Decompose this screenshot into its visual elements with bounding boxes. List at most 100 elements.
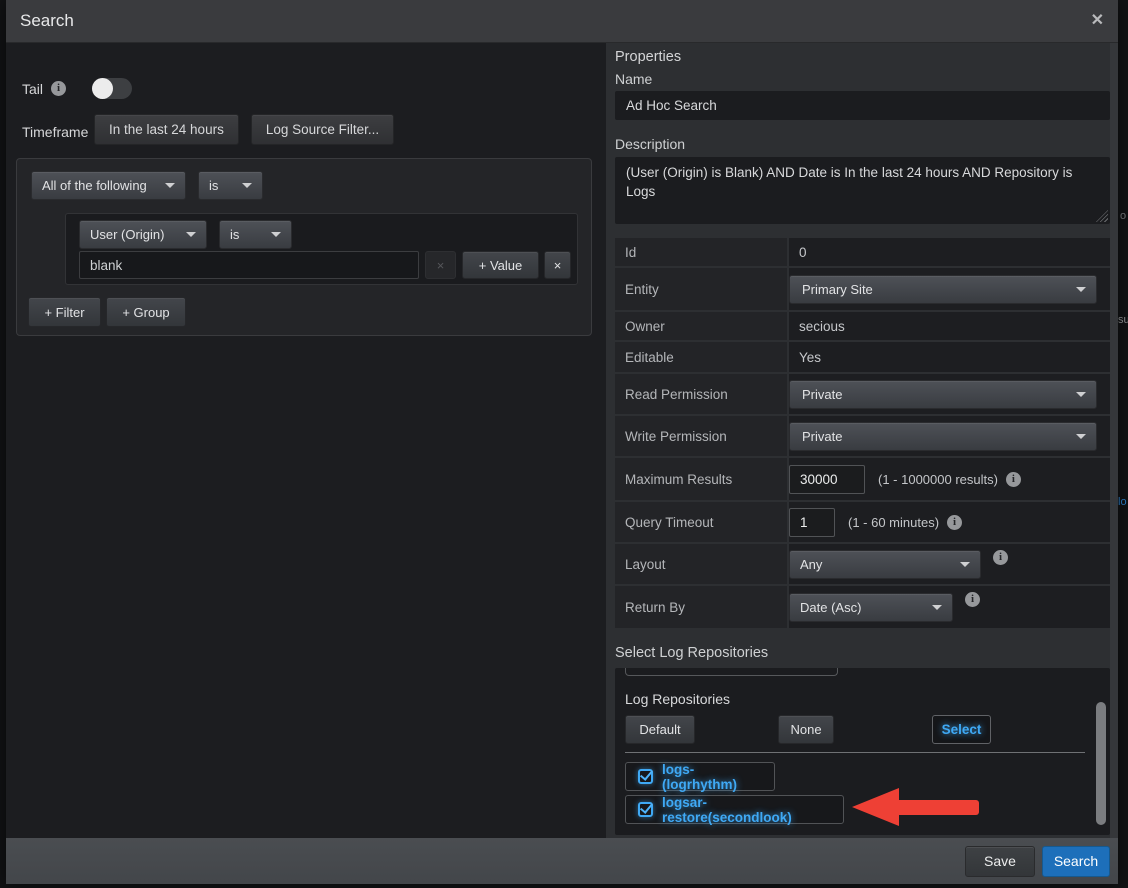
- select-button[interactable]: Select: [932, 715, 991, 744]
- write-permission-dropdown[interactable]: Private: [789, 422, 1097, 451]
- row-label: Owner: [615, 312, 787, 340]
- add-filter-button[interactable]: + Filter: [28, 297, 101, 327]
- chevron-down-icon: [932, 605, 942, 610]
- group-condition-dropdown[interactable]: is: [198, 171, 263, 200]
- group-operator-dropdown[interactable]: All of the following: [31, 171, 186, 200]
- table-row-query-timeout: Query Timeout (1 - 60 minutes): [615, 502, 1110, 542]
- filter-operator-value: is: [230, 227, 239, 242]
- repo-scrollbar-thumb[interactable]: [1096, 702, 1106, 825]
- tail-info-icon[interactable]: [51, 81, 66, 96]
- row-label: Write Permission: [615, 416, 787, 456]
- row-label: Layout: [615, 544, 787, 584]
- dialog-title: Search: [20, 11, 74, 31]
- description-label: Description: [615, 136, 1110, 152]
- table-row-return-by: Return By Date (Asc): [615, 586, 1110, 628]
- entity-dropdown[interactable]: Primary Site: [789, 275, 1097, 304]
- tail-label: Tail: [22, 81, 43, 97]
- table-row-write-permission: Write Permission Private: [615, 416, 1110, 456]
- filter-operator-dropdown[interactable]: is: [219, 220, 292, 249]
- row-label: Read Permission: [615, 374, 787, 414]
- properties-section-title: Properties: [615, 49, 1110, 65]
- maximum-results-input[interactable]: [789, 465, 865, 494]
- chevron-down-icon: [960, 562, 970, 567]
- chevron-down-icon: [1076, 392, 1086, 397]
- layout-info-icon[interactable]: [993, 550, 1008, 565]
- log-repositories-label: Log Repositories: [625, 691, 730, 707]
- properties-table: Id 0 Entity Primary Site Owne: [615, 238, 1110, 628]
- row-value: Yes: [789, 342, 1110, 372]
- filter-value-input[interactable]: [79, 251, 419, 279]
- group-operator-value: All of the following: [42, 178, 147, 193]
- scroll-gutter[interactable]: [1110, 43, 1118, 838]
- row-label: Entity: [615, 268, 787, 310]
- repo-item-label: logsar-restore(secondlook): [662, 795, 831, 825]
- chevron-down-icon: [1076, 287, 1086, 292]
- none-button[interactable]: None: [778, 715, 834, 744]
- divider: [625, 752, 1085, 753]
- repo-item-logsar-restore-secondlook[interactable]: logsar-restore(secondlook): [625, 795, 844, 824]
- row-label: Editable: [615, 342, 787, 372]
- table-row-entity: Entity Primary Site: [615, 268, 1110, 310]
- toggle-knob: [92, 78, 113, 99]
- layout-dropdown[interactable]: Any: [789, 550, 981, 579]
- query-timeout-info-icon[interactable]: [947, 515, 962, 530]
- table-row-owner: Owner secious: [615, 312, 1110, 340]
- chevron-down-icon: [186, 232, 196, 237]
- timeframe-button[interactable]: In the last 24 hours: [94, 114, 239, 145]
- return-by-value: Date (Asc): [800, 600, 861, 615]
- row-label: Query Timeout: [615, 502, 787, 542]
- repo-item-logs-logrhythm[interactable]: logs-(logrhythm): [625, 762, 775, 791]
- return-by-info-icon[interactable]: [965, 592, 980, 607]
- read-permission-value: Private: [802, 387, 842, 402]
- resize-handle-icon[interactable]: [1096, 210, 1108, 222]
- maximum-results-hint: (1 - 1000000 results): [878, 472, 998, 487]
- add-group-button[interactable]: + Group: [106, 297, 186, 327]
- dialog-titlebar: Search ✕: [6, 0, 1118, 43]
- chevron-down-icon: [165, 183, 175, 188]
- filter-group: All of the following is User (Origin): [16, 158, 592, 336]
- save-button[interactable]: Save: [965, 846, 1035, 877]
- query-timeout-hint: (1 - 60 minutes): [848, 515, 939, 530]
- select-log-repositories-title: Select Log Repositories: [615, 645, 1110, 661]
- row-label: Return By: [615, 586, 787, 628]
- scrolled-element-edge: [625, 668, 838, 676]
- timeframe-label: Timeframe: [22, 124, 94, 140]
- log-repositories-panel: Log Repositories Default None Select log…: [615, 668, 1110, 835]
- search-button[interactable]: Search: [1042, 846, 1110, 877]
- return-by-dropdown[interactable]: Date (Asc): [789, 593, 953, 622]
- row-value: 0: [789, 238, 1110, 266]
- chevron-down-icon: [1076, 434, 1086, 439]
- log-source-filter-button[interactable]: Log Source Filter...: [251, 114, 394, 145]
- close-icon[interactable]: ✕: [1091, 13, 1104, 29]
- add-value-button[interactable]: + Value: [462, 251, 539, 279]
- tail-toggle[interactable]: [92, 78, 132, 99]
- search-dialog: Search ✕ Tail Timeframe In the last 24 h…: [6, 0, 1118, 884]
- default-button[interactable]: Default: [625, 715, 695, 744]
- filter-field-value: User (Origin): [90, 227, 164, 242]
- properties-pane: Properties Name Description (User (Origi…: [606, 43, 1118, 838]
- name-input[interactable]: [615, 91, 1110, 120]
- remove-filter-button[interactable]: ×: [544, 251, 571, 279]
- annotation-arrow-icon: [852, 788, 979, 826]
- read-permission-dropdown[interactable]: Private: [789, 380, 1097, 409]
- entity-value: Primary Site: [802, 282, 873, 297]
- checkbox-checked-icon[interactable]: [638, 802, 653, 817]
- checkbox-checked-icon[interactable]: [638, 769, 653, 784]
- description-textarea[interactable]: (User (Origin) is Blank) AND Date is In …: [615, 157, 1110, 224]
- table-row-maximum-results: Maximum Results (1 - 1000000 results): [615, 458, 1110, 500]
- row-label: Id: [615, 238, 787, 266]
- table-row-layout: Layout Any: [615, 544, 1110, 584]
- remove-value-button[interactable]: ×: [425, 251, 456, 279]
- background-fragment: su: [1118, 314, 1128, 326]
- group-condition-value: is: [209, 178, 218, 193]
- filter-field-dropdown[interactable]: User (Origin): [79, 220, 207, 249]
- table-row-id: Id 0: [615, 238, 1110, 266]
- row-label: Maximum Results: [615, 458, 787, 500]
- description-text: (User (Origin) is Blank) AND Date is In …: [626, 165, 1072, 199]
- repo-item-label: logs-(logrhythm): [662, 762, 762, 792]
- table-row-read-permission: Read Permission Private: [615, 374, 1110, 414]
- name-label: Name: [615, 71, 1110, 87]
- maximum-results-info-icon[interactable]: [1006, 472, 1021, 487]
- chevron-down-icon: [271, 232, 281, 237]
- query-timeout-input[interactable]: [789, 508, 835, 537]
